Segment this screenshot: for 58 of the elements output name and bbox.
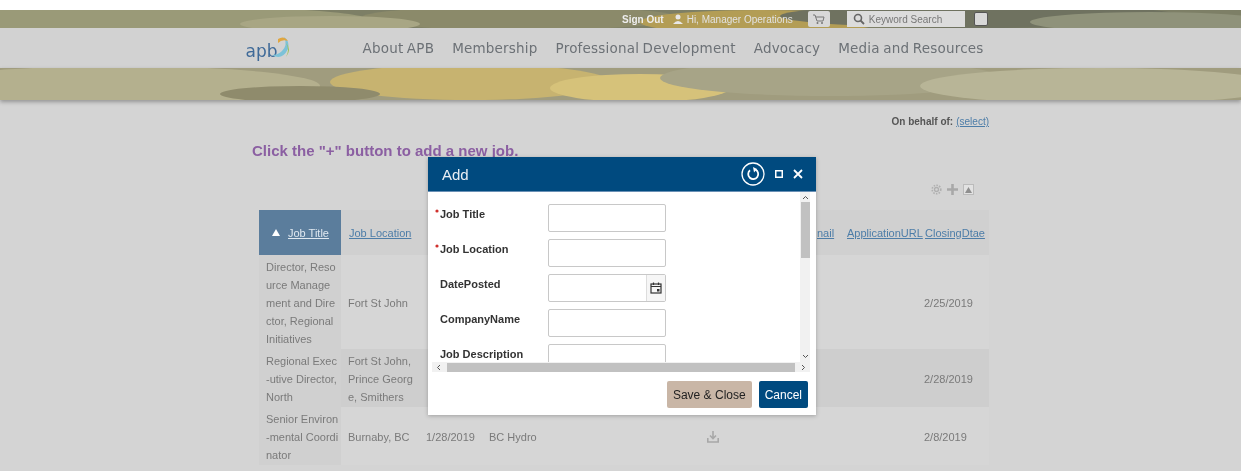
maximize-icon[interactable]	[775, 170, 783, 178]
calendar-icon[interactable]	[650, 282, 662, 294]
column-header-link[interactable]: ApplicationURL	[847, 226, 923, 239]
date-field[interactable]	[548, 274, 666, 302]
table-cell-text: Senior Environ-mental Coordinator	[266, 412, 339, 463]
cart-button[interactable]	[807, 11, 830, 27]
cart-icon	[812, 13, 826, 25]
on-behalf-label: On behalf of:	[891, 116, 954, 127]
table-cell-text: Fort St John, Prince George, Smithers	[348, 354, 414, 405]
search-icon	[852, 13, 865, 25]
refresh-icon[interactable]	[741, 162, 765, 186]
cancel-button[interactable]: Cancel	[758, 381, 808, 408]
table-cell-text: Director, Resource Management and Director, Regional Initiatives	[266, 260, 337, 347]
logo-text[interactable]: apb	[245, 41, 278, 61]
horizontal-scrollbar[interactable]	[432, 362, 810, 372]
nav-link[interactable]: Membership	[452, 40, 538, 56]
search-field[interactable]: Keyword Search	[846, 11, 965, 27]
greeting-text[interactable]: Hi, Manager Operations	[686, 13, 793, 25]
text-field[interactable]	[548, 309, 666, 337]
table-cell-text: 2/25/2019	[924, 296, 973, 311]
sorted-column-header[interactable]: Job Title	[259, 210, 341, 255]
nav-link[interactable]: Media and Resources	[838, 40, 984, 56]
table-cell-text: 2/28/2019	[924, 372, 973, 387]
vertical-scrollbar[interactable]	[800, 192, 810, 362]
field-label: Job Description	[440, 348, 524, 360]
scroll-up-icon[interactable]	[801, 195, 809, 200]
nav-link[interactable]: Advocacy	[753, 40, 821, 56]
column-header-link[interactable]: Job Location	[349, 226, 412, 239]
sort-up-icon	[272, 229, 280, 236]
field-label: Job Location	[440, 243, 509, 255]
text-field[interactable]	[548, 239, 666, 267]
save-button[interactable]: Save & Close	[666, 381, 752, 408]
table-cell-text: 2/8/2019	[924, 430, 967, 445]
column-header-link[interactable]: Job Title	[288, 226, 329, 239]
scroll-down-icon[interactable]	[801, 354, 809, 359]
table-cell-text: 1/28/2019	[426, 430, 475, 445]
table-cell-text: Regional Exec-utive Director, North	[266, 354, 338, 405]
table-cell-text: Burnaby, BC	[348, 430, 410, 445]
nav-link[interactable]: Professional Development	[555, 40, 736, 56]
table-cell-text: Fort St John	[348, 296, 408, 311]
dialog-title: Add	[442, 165, 469, 183]
field-label: Job Title	[440, 208, 486, 220]
scroll-left-icon[interactable]	[436, 363, 441, 371]
collapse-button[interactable]	[963, 184, 974, 195]
user-icon	[672, 14, 683, 24]
triangle-icon	[965, 186, 972, 193]
column-header-link[interactable]: ClosingDtae	[925, 226, 985, 239]
table-cell-text: BC Hydro	[489, 430, 537, 445]
field-label: DatePosted	[440, 278, 501, 290]
nav-link[interactable]: About APB	[362, 40, 435, 56]
scroll-right-icon[interactable]	[801, 363, 806, 371]
select-link[interactable]: (select)	[956, 116, 989, 127]
column-header-link[interactable]: nail	[817, 226, 835, 239]
sign-out-link[interactable]: Sign Out	[622, 13, 664, 25]
instruction-text: Click the "+" button to add a new job.	[252, 143, 520, 158]
field-label: CompanyName	[440, 313, 521, 325]
text-field[interactable]	[548, 204, 666, 232]
close-icon[interactable]	[793, 169, 803, 179]
